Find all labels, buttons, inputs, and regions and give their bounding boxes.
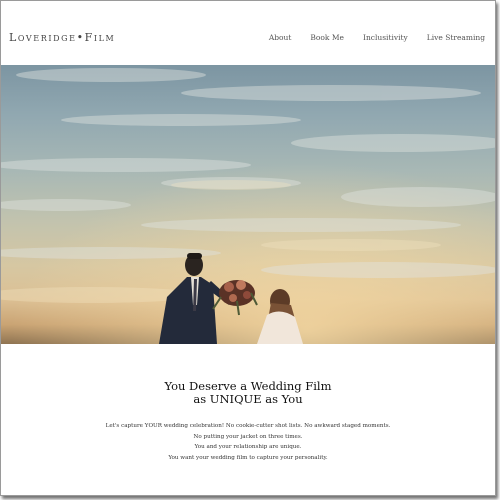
intro-line-4: You want your wedding film to capture yo… [168, 454, 328, 461]
nav-about[interactable]: About [269, 33, 292, 42]
site-logo[interactable]: Loveridge•Film [9, 31, 115, 44]
hero-photo-illustration [1, 65, 495, 344]
intro-section: You Deserve a Wedding Film as UNIQUE as … [1, 344, 495, 495]
main-nav: About Book Me Inclusitivity Live Streami… [250, 33, 485, 42]
intro-line-1: Let's capture YOUR wedding celebration! … [105, 423, 391, 429]
intro-headline: You Deserve a Wedding Film as UNIQUE as … [1, 380, 495, 406]
intro-line-3: You and your relationship are unique. [194, 444, 302, 451]
nav-live-streaming[interactable]: Live Streaming [427, 33, 485, 42]
headline-line-2: as UNIQUE as You [193, 392, 303, 406]
intro-line-2: No putting your jacket on three times. [193, 433, 303, 440]
intro-body: Let's capture YOUR wedding celebration! … [1, 421, 495, 463]
nav-inclusitivity[interactable]: Inclusitivity [363, 33, 408, 42]
page-frame: Loveridge•Film About Book Me Inclusitivi… [0, 0, 496, 496]
site-header: Loveridge•Film About Book Me Inclusitivi… [1, 1, 495, 65]
hero-image [1, 65, 495, 344]
nav-book-me[interactable]: Book Me [310, 33, 344, 42]
